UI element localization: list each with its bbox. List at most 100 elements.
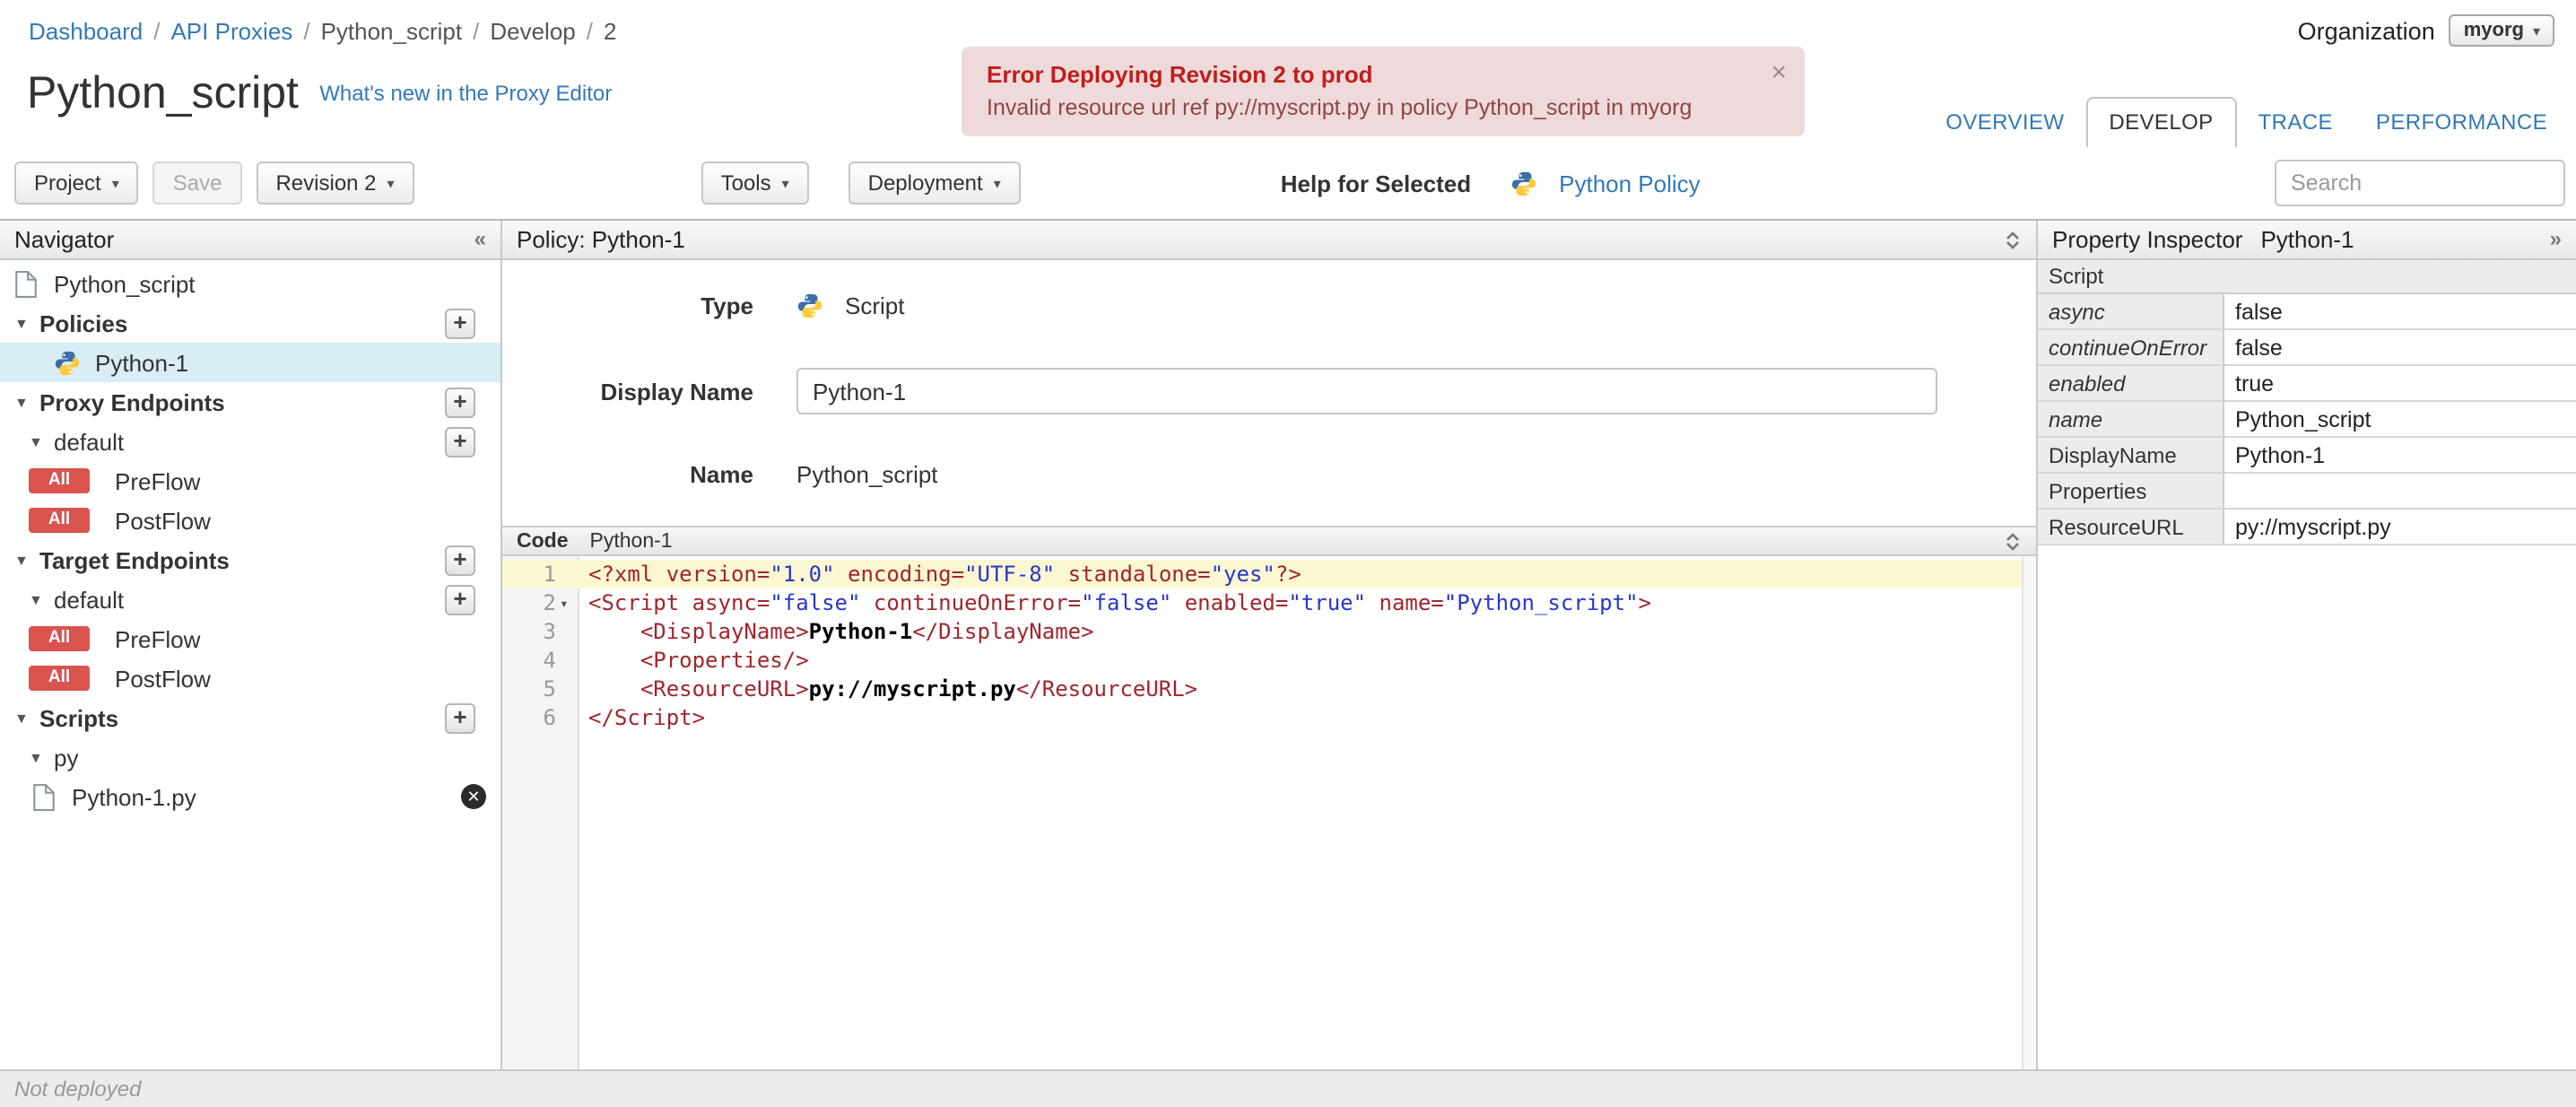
whats-new-link[interactable]: What's new in the Proxy Editor xyxy=(319,81,612,106)
nav-section-proxy-endpoints[interactable]: ▼ Proxy Endpoints + xyxy=(0,382,500,422)
add-script-button[interactable]: + xyxy=(445,702,475,733)
nav-item-label: PostFlow xyxy=(115,665,211,692)
python-policy-link[interactable]: Python Policy xyxy=(1559,170,1701,196)
nav-item-script-file[interactable]: Python-1.py ✕ xyxy=(0,777,500,816)
project-menu-button[interactable]: Project ▾ xyxy=(14,161,139,205)
nav-section-policies[interactable]: ▼ Policies + xyxy=(0,303,500,343)
policy-form: Type Script Display Name Name Python_scr… xyxy=(502,260,2036,526)
chevron-expanded-icon[interactable]: ▼ xyxy=(14,394,36,410)
line-number: 4 xyxy=(543,648,556,673)
nav-item-target-postflow[interactable]: All PostFlow xyxy=(0,658,500,698)
toolbar: Project ▾ Save Revision 2 ▾ Tools ▾ Depl… xyxy=(0,147,2576,219)
tab-overview[interactable]: OVERVIEW xyxy=(1924,99,2085,147)
chevron-expanded-icon[interactable]: ▼ xyxy=(29,749,50,765)
code-label: Code xyxy=(517,530,569,552)
search-input[interactable] xyxy=(2275,160,2565,206)
display-name-label: Display Name xyxy=(600,378,753,405)
nav-group-proxy-default[interactable]: ▼ default + xyxy=(0,422,500,461)
inspector-row-value[interactable] xyxy=(2224,474,2576,508)
inspector-row-key: ResourceURL xyxy=(2038,510,2224,544)
deployment-menu-button[interactable]: Deployment ▾ xyxy=(848,161,1021,205)
policy-panel-header: Policy: Python-1 xyxy=(502,221,2036,260)
inspector-row-value[interactable]: false xyxy=(2224,330,2576,364)
name-label: Name xyxy=(690,460,753,487)
add-proxy-endpoint-button[interactable]: + xyxy=(445,387,475,417)
breadcrumb-dashboard[interactable]: Dashboard xyxy=(29,17,143,44)
nav-item-target-preflow[interactable]: All PreFlow xyxy=(0,619,500,658)
display-name-input[interactable] xyxy=(796,368,1937,414)
expand-collapse-icon[interactable] xyxy=(2004,229,2022,250)
breadcrumb-separator: / xyxy=(153,17,161,44)
chevron-expanded-icon[interactable]: ▼ xyxy=(29,591,50,607)
breadcrumb-separator: / xyxy=(303,17,310,44)
nav-item-proxy-preflow[interactable]: All PreFlow xyxy=(0,461,500,501)
code-line[interactable]: 2 ▾ <Script async="false" continueOnError=… xyxy=(502,588,2036,617)
tab-performance[interactable]: PERFORMANCE xyxy=(2354,99,2569,147)
nav-section-scripts[interactable]: ▼ Scripts + xyxy=(0,698,500,737)
nav-item-proxy-postflow[interactable]: All PostFlow xyxy=(0,501,500,540)
inspector-row-value[interactable]: py://myscript.py xyxy=(2224,510,2576,544)
python-icon xyxy=(55,350,80,375)
chevron-expanded-icon[interactable]: ▼ xyxy=(14,315,36,331)
delete-script-icon[interactable]: ✕ xyxy=(461,784,486,809)
organization-select[interactable]: myorg ▾ xyxy=(2449,14,2554,47)
type-value: Script xyxy=(796,292,904,318)
all-methods-badge: All xyxy=(29,666,90,691)
nav-group-target-default[interactable]: ▼ default + xyxy=(0,580,500,619)
close-icon[interactable]: × xyxy=(1771,57,1787,88)
code-line[interactable]: 6 </Script> xyxy=(502,703,2036,732)
vertical-scrollbar[interactable] xyxy=(2022,556,2036,1069)
nav-section-label: Policies xyxy=(39,309,128,336)
tab-trace[interactable]: TRACE xyxy=(2237,99,2354,147)
fold-arrow-icon[interactable]: ▾ xyxy=(560,590,569,619)
nav-section-target-endpoints[interactable]: ▼ Target Endpoints + xyxy=(0,540,500,580)
nav-item-label: Python-1 xyxy=(95,349,189,376)
inspector-row[interactable]: ResourceURL py://myscript.py xyxy=(2038,510,2576,545)
add-flow-button[interactable]: + xyxy=(445,426,475,457)
code-line[interactable]: 1 <?xml version="1.0" encoding="UTF-8" st… xyxy=(502,560,2036,588)
tab-develop[interactable]: DEVELOP xyxy=(2085,97,2237,147)
revision-menu-button[interactable]: Revision 2 ▾ xyxy=(256,161,414,205)
add-target-endpoint-button[interactable]: + xyxy=(445,545,475,575)
inspector-row[interactable]: async false xyxy=(2038,294,2576,330)
chevron-expanded-icon[interactable]: ▼ xyxy=(29,433,50,449)
policy-panel-title: Policy: Python-1 xyxy=(517,226,685,253)
inspector-table: Script async false continueOnError false ena… xyxy=(2038,260,2576,545)
inspector-row-key: DisplayName xyxy=(2038,438,2224,472)
expand-panel-icon[interactable]: » xyxy=(2550,221,2562,258)
code-editor[interactable]: 1 <?xml version="1.0" encoding="UTF-8" st… xyxy=(502,556,2036,1069)
inspector-row[interactable]: Properties xyxy=(2038,474,2576,510)
inspector-row-value[interactable]: Python_script xyxy=(2224,402,2576,436)
tools-menu-button[interactable]: Tools ▾ xyxy=(701,161,809,205)
page-title: Python_script xyxy=(27,68,299,118)
chevron-expanded-icon[interactable]: ▼ xyxy=(14,552,36,568)
status-bar: Not deployed xyxy=(0,1069,2576,1107)
inspector-row[interactable]: continueOnError false xyxy=(2038,330,2576,366)
inspector-row[interactable]: DisplayName Python-1 xyxy=(2038,438,2576,474)
navigator-header: Navigator « xyxy=(0,221,500,260)
code-line[interactable]: 5 <ResourceURL>py://myscript.py</Resourc… xyxy=(502,675,2036,703)
inspector-row[interactable]: enabled true xyxy=(2038,366,2576,402)
breadcrumb-api-proxies[interactable]: API Proxies xyxy=(170,17,292,44)
add-flow-button[interactable]: + xyxy=(445,584,475,615)
inspector-row-value[interactable]: true xyxy=(2224,366,2576,400)
inspector-row-value[interactable]: Python-1 xyxy=(2224,438,2576,472)
collapse-panel-icon[interactable]: « xyxy=(474,221,486,258)
chevron-down-icon: ▾ xyxy=(781,175,789,191)
code-line[interactable]: 3 <DisplayName>Python-1</DisplayName> xyxy=(502,617,2036,646)
nav-group-scripts-py[interactable]: ▼ py xyxy=(0,737,500,777)
inspector-row[interactable]: name Python_script xyxy=(2038,402,2576,438)
inspector-row-value[interactable]: false xyxy=(2224,294,2576,328)
name-value: Python_script xyxy=(796,460,938,487)
chevron-down-icon: ▾ xyxy=(387,175,395,191)
navigator-tree: Python_script ▼ Policies + Python-1 ▼ Pr… xyxy=(0,260,500,816)
save-button[interactable]: Save xyxy=(152,161,242,205)
nav-item-proxy-root[interactable]: Python_script xyxy=(0,264,500,303)
python-policy-link-wrap: Python Policy xyxy=(1510,170,1701,196)
nav-group-label: py xyxy=(54,744,79,771)
code-line[interactable]: 4 <Properties/> xyxy=(502,646,2036,675)
add-policy-button[interactable]: + xyxy=(445,308,475,338)
nav-item-policy-python-1[interactable]: Python-1 xyxy=(0,343,500,382)
expand-collapse-icon[interactable] xyxy=(2004,530,2022,552)
chevron-expanded-icon[interactable]: ▼ xyxy=(14,710,36,726)
